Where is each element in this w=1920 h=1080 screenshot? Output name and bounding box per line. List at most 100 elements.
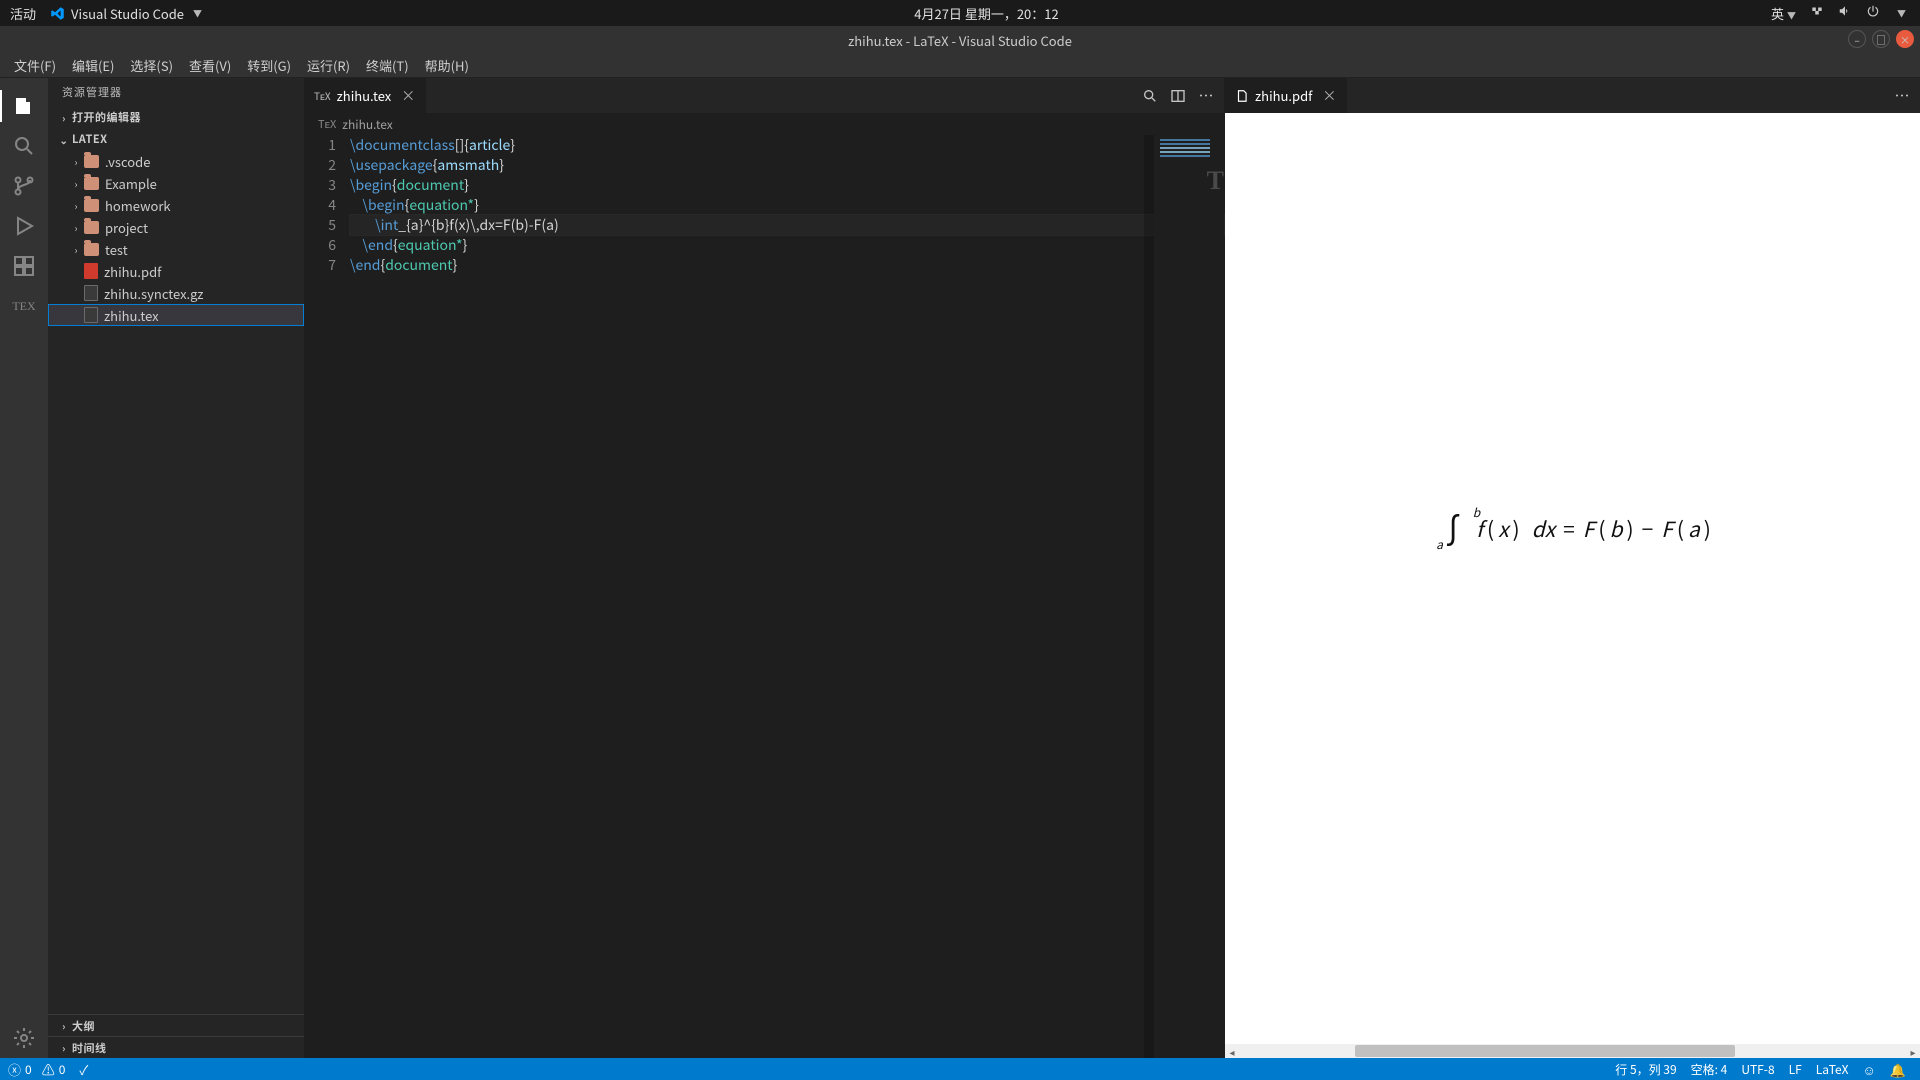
- file-item[interactable]: zhihu.tex: [48, 304, 304, 326]
- tex-file-icon: TᴇX: [314, 88, 331, 103]
- window-close-button[interactable]: ×: [1896, 30, 1914, 48]
- chevron-down-icon: ▼: [1897, 7, 1906, 20]
- main-area: TEX 资源管理器 › 打开的编辑器 ⌄ LATEX ›.vscode›Exam…: [0, 78, 1920, 1058]
- ime-indicator[interactable]: 英▼: [1771, 4, 1796, 23]
- activity-bar: TEX: [0, 78, 48, 1058]
- pdf-file-icon: [84, 263, 98, 279]
- network-icon[interactable]: [1810, 3, 1824, 23]
- file-item[interactable]: zhihu.pdf: [48, 260, 304, 282]
- app-indicator-label: Visual Studio Code: [71, 4, 184, 23]
- section-outline[interactable]: › 大纲: [48, 1014, 304, 1036]
- breadcrumb-item: zhihu.tex: [342, 116, 392, 133]
- scroll-right-icon[interactable]: ▸: [1906, 1044, 1920, 1058]
- app-indicator[interactable]: Visual Studio Code ▼: [50, 4, 202, 23]
- pdf-horizontal-scrollbar[interactable]: ◂ ▸: [1225, 1044, 1920, 1058]
- split-editor-icon[interactable]: [1170, 88, 1186, 104]
- tree-item-label: project: [105, 218, 148, 237]
- activity-run-debug[interactable]: [0, 206, 48, 246]
- chevron-down-icon: ⌄: [56, 132, 72, 147]
- tex-file-icon: TᴇX: [318, 116, 336, 132]
- preview-tabs: zhihu.pdf × ⋯: [1225, 78, 1920, 113]
- status-eol[interactable]: LF: [1789, 1061, 1802, 1078]
- close-icon[interactable]: ×: [1322, 86, 1336, 106]
- status-problems[interactable]: ⓧ0 ⚠0: [8, 1060, 65, 1079]
- tab-label: zhihu.pdf: [1255, 86, 1312, 105]
- editor-tab-zhihu-tex[interactable]: TᴇX zhihu.tex ×: [304, 78, 426, 113]
- folder-item[interactable]: ›homework: [48, 194, 304, 216]
- activity-scm[interactable]: [0, 166, 48, 206]
- error-icon: ⓧ: [8, 1060, 21, 1079]
- tree-item-label: zhihu.pdf: [104, 262, 161, 281]
- power-icon[interactable]: [1866, 3, 1880, 23]
- clock[interactable]: 4月27日 星期一，20：12: [202, 4, 1771, 23]
- minimap[interactable]: [1154, 135, 1224, 1058]
- menu-view[interactable]: 查看(V): [181, 54, 239, 77]
- status-build-ok[interactable]: ✓: [79, 1060, 88, 1079]
- extensions-icon: [12, 254, 36, 278]
- git-branch-icon: [12, 174, 36, 198]
- tree-item-label: zhihu.tex: [104, 306, 159, 325]
- status-language[interactable]: LaTeX: [1816, 1061, 1849, 1078]
- activities-button[interactable]: 活动: [10, 4, 36, 23]
- chevron-right-icon: ›: [56, 1018, 72, 1033]
- folder-icon: [84, 199, 99, 212]
- status-indent[interactable]: 空格: 4: [1691, 1061, 1728, 1078]
- editor-group-left: TᴇX zhihu.tex × ⋯ TᴇX zhihu.tex 1234567 …: [304, 78, 1224, 1058]
- window-minimize-button[interactable]: –: [1848, 30, 1866, 48]
- folder-item[interactable]: ›.vscode: [48, 150, 304, 172]
- menu-terminal[interactable]: 终端(T): [358, 54, 417, 77]
- activity-search[interactable]: [0, 126, 48, 166]
- search-icon: [12, 134, 36, 158]
- feedback-icon: ☺: [1863, 1060, 1876, 1079]
- code-editor[interactable]: 1234567 \documentclass[]{article}\usepac…: [304, 135, 1224, 1058]
- status-encoding[interactable]: UTF-8: [1741, 1061, 1774, 1078]
- scroll-thumb[interactable]: [1355, 1045, 1735, 1057]
- tree-item-label: test: [105, 240, 128, 259]
- menu-help[interactable]: 帮助(H): [417, 54, 477, 77]
- menu-go[interactable]: 转到(G): [239, 54, 299, 77]
- section-timeline[interactable]: › 时间线: [48, 1036, 304, 1058]
- status-cursor[interactable]: 行 5，列 39: [1615, 1061, 1676, 1078]
- rendered-equation: ∫ba f(x) dx = F(b) − F(a): [1434, 514, 1711, 544]
- chevron-down-icon: ▼: [193, 7, 202, 20]
- folder-item[interactable]: ›Example: [48, 172, 304, 194]
- editor-scrollbar[interactable]: [1144, 135, 1154, 1058]
- menu-file[interactable]: 文件(F): [6, 54, 64, 77]
- tree-item-label: Example: [105, 174, 157, 193]
- status-feedback[interactable]: ☺: [1863, 1060, 1876, 1079]
- chevron-right-icon: ›: [68, 242, 84, 257]
- section-label: 时间线: [72, 1040, 107, 1056]
- activity-explorer[interactable]: [0, 86, 48, 126]
- files-icon: [12, 94, 36, 118]
- more-actions-icon[interactable]: ⋯: [1198, 88, 1214, 104]
- volume-icon[interactable]: [1838, 3, 1852, 23]
- menu-edit[interactable]: 编辑(E): [64, 54, 122, 77]
- pdf-preview[interactable]: ∫ba f(x) dx = F(b) − F(a) ◂ ▸: [1225, 113, 1920, 1058]
- editor-group-right: zhihu.pdf × ⋯ ∫ba f(x) dx = F(b) − F(a) …: [1224, 78, 1920, 1058]
- scroll-left-icon[interactable]: ◂: [1225, 1044, 1239, 1058]
- view-pdf-icon[interactable]: [1142, 88, 1158, 104]
- section-label: LATEX: [72, 131, 108, 147]
- folder-item[interactable]: ›project: [48, 216, 304, 238]
- folder-item[interactable]: › test: [48, 238, 304, 260]
- activity-latex[interactable]: TEX: [0, 286, 48, 326]
- menu-select[interactable]: 选择(S): [122, 54, 181, 77]
- bell-icon: 🔔: [1890, 1060, 1906, 1079]
- more-actions-icon[interactable]: ⋯: [1894, 88, 1910, 104]
- chevron-right-icon: ›: [56, 110, 72, 125]
- close-icon[interactable]: ×: [401, 86, 415, 106]
- menu-run[interactable]: 运行(R): [299, 54, 358, 77]
- window-maximize-button[interactable]: □: [1872, 30, 1890, 48]
- file-icon: [84, 285, 98, 301]
- activity-extensions[interactable]: [0, 246, 48, 286]
- section-open-editors[interactable]: › 打开的编辑器: [48, 106, 304, 128]
- tree-item-label: .vscode: [105, 152, 150, 171]
- status-notifications[interactable]: 🔔: [1890, 1060, 1906, 1079]
- editor-actions: ⋯: [1132, 78, 1224, 113]
- preview-tab-zhihu-pdf[interactable]: zhihu.pdf ×: [1225, 78, 1347, 113]
- section-workspace[interactable]: ⌄ LATEX: [48, 128, 304, 150]
- activity-settings[interactable]: [0, 1018, 48, 1058]
- file-item[interactable]: zhihu.synctex.gz: [48, 282, 304, 304]
- check-icon: ✓: [79, 1060, 88, 1079]
- breadcrumb[interactable]: TᴇX zhihu.tex: [304, 113, 1224, 135]
